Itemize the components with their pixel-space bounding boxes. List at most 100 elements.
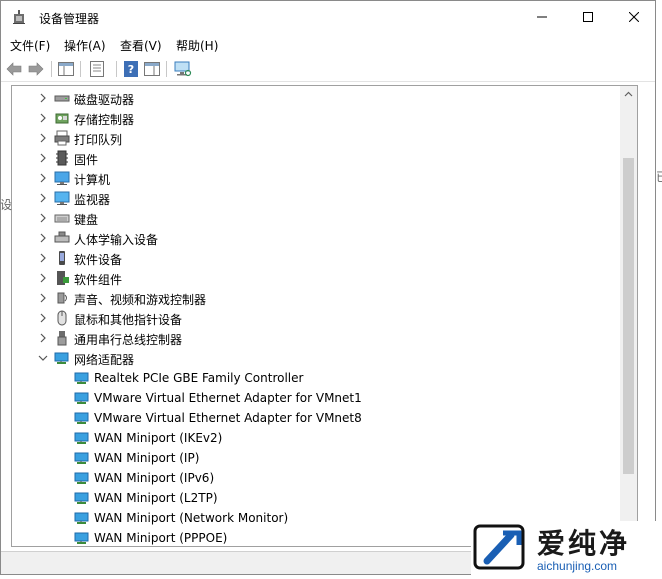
forward-button[interactable] [27,60,45,78]
forward-arrow-icon [28,62,44,76]
toolbar-separator [51,61,52,77]
watermark: 爱纯净 aichunjing.com [471,521,657,577]
hid-icon [54,231,70,243]
mouse-icon [57,310,67,326]
network-adapter-icon [74,472,89,484]
chevron-down-icon[interactable] [36,351,50,365]
back-button[interactable] [5,60,23,78]
action-pane-icon [144,62,160,76]
device-tree[interactable]: 磁盘驱动器存储控制器打印队列 固件计算机监视器键盘人体学输入设备 软件设备软件组件声… [11,85,638,547]
action-pane-button[interactable] [143,60,161,78]
monitor-icon [54,191,70,205]
tree-category-label: 存储控制器 [74,113,135,127]
toolbar: ? [1,57,655,82]
tree-category[interactable]: 网络适配器 [12,348,637,368]
tree-category-label: 监视器 [74,193,111,207]
software-device-icon [59,251,65,265]
scroll-up-arrow-icon[interactable] [620,86,637,103]
toolbar-separator [116,61,117,77]
tree-device[interactable]: VMware Virtual Ethernet Adapter for VMne… [12,388,637,408]
network-adapter-icon [74,452,89,464]
tree-device[interactable]: WAN Miniport (IKEv2) [12,428,637,448]
close-button[interactable] [611,1,655,33]
chevron-right-icon[interactable] [36,91,50,105]
tree-category[interactable]: 计算机 [12,168,637,188]
back-arrow-icon [6,62,22,76]
tree-category[interactable]: 存储控制器 [12,108,637,128]
chevron-right-icon[interactable] [36,271,50,285]
tree-category-label: 软件组件 [74,273,123,287]
menu-action[interactable]: 操作(A) [64,37,106,54]
tree-category-label: 磁盘驱动器 [74,93,135,107]
tree-device[interactable]: VMware Virtual Ethernet Adapter for VMne… [12,408,637,428]
chevron-right-icon[interactable] [36,251,50,265]
tree-category-label: 人体学输入设备 [74,233,159,247]
tree-device[interactable]: WAN Miniport (IP) [12,448,637,468]
tree-category-label: 打印队列 [74,133,123,147]
tree-category[interactable]: 磁盘驱动器 [12,88,637,108]
properties-button[interactable] [88,60,106,78]
tree-device-label: Realtek PCIe GBE Family Controller [94,371,304,385]
tree-category-label: 键盘 [74,213,99,227]
maximize-button[interactable] [565,1,611,33]
background-text-fragment: 已 [656,168,662,185]
tree-category[interactable]: 软件组件 [12,268,637,288]
chevron-right-icon[interactable] [36,291,50,305]
computer-icon [54,171,70,185]
tree-device-label: VMware Virtual Ethernet Adapter for VMne… [94,391,362,405]
usb-icon [57,331,67,346]
tree-category-label: 计算机 [74,173,111,187]
help-button[interactable]: ? [122,60,140,78]
scrollbar-thumb[interactable] [623,158,634,474]
chevron-right-icon[interactable] [36,111,50,125]
svg-text:?: ? [128,63,134,76]
device-manager-icon [13,10,25,24]
software-component-icon [57,271,69,285]
properties-icon [90,61,104,77]
network-adapter-icon [74,412,89,424]
tree-category[interactable]: 固件 [12,148,637,168]
tree-device[interactable]: WAN Miniport (IPv6) [12,468,637,488]
menu-file[interactable]: 文件(F) [10,37,50,54]
chevron-right-icon[interactable] [36,131,50,145]
network-adapter-icon [74,532,89,544]
chevron-right-icon[interactable] [36,151,50,165]
chevron-right-icon[interactable] [36,331,50,345]
menu-view[interactable]: 查看(V) [120,37,162,54]
chevron-right-icon[interactable] [36,171,50,185]
chevron-right-icon[interactable] [36,231,50,245]
console-tree-button[interactable] [57,60,75,78]
network-adapter-icon [74,512,89,524]
chevron-right-icon[interactable] [36,311,50,325]
watermark-brand: 爱纯净 [537,527,631,560]
tree-category[interactable]: 打印队列 [12,128,637,148]
vertical-scrollbar[interactable] [620,86,637,546]
minimize-button[interactable] [519,1,565,33]
tree-category[interactable]: 人体学输入设备 [12,228,637,248]
tree-category[interactable]: 监视器 [12,188,637,208]
tree-category[interactable]: 鼠标和其他指针设备 [12,308,637,328]
background-text-fragment: 设 [0,198,13,212]
tree-category[interactable]: 声音、视频和游戏控制器 [12,288,637,308]
title-bar[interactable]: 设备管理器 [1,1,655,33]
tree-category-label: 鼠标和其他指针设备 [74,313,183,327]
tree-device[interactable]: Realtek PCIe GBE Family Controller [12,368,637,388]
tree-category[interactable]: 软件设备 [12,248,637,268]
menu-help[interactable]: 帮助(H) [176,37,218,54]
tree-category[interactable]: 通用串行总线控制器 [12,328,637,348]
network-adapter-icon [54,352,69,364]
tree-device[interactable]: WAN Miniport (L2TP) [12,488,637,508]
scan-hardware-button[interactable] [174,60,192,78]
device-manager-window: 设备管理器 文件(F) 操作(A) 查看(V) 帮助(H) ? 磁盘驱动器 存储… [0,0,656,575]
maximize-icon [583,12,593,22]
tree-category[interactable]: 键盘 [12,208,637,228]
minimize-icon [537,16,547,18]
disk-drive-icon [54,95,70,102]
chevron-right-icon[interactable] [36,211,50,225]
firmware-icon [56,150,68,166]
chevron-right-icon[interactable] [36,191,50,205]
help-icon: ? [124,61,138,77]
tree-device-label: WAN Miniport (PPPOE) [94,531,228,545]
network-adapter-icon [74,372,89,384]
window-title: 设备管理器 [39,12,100,26]
